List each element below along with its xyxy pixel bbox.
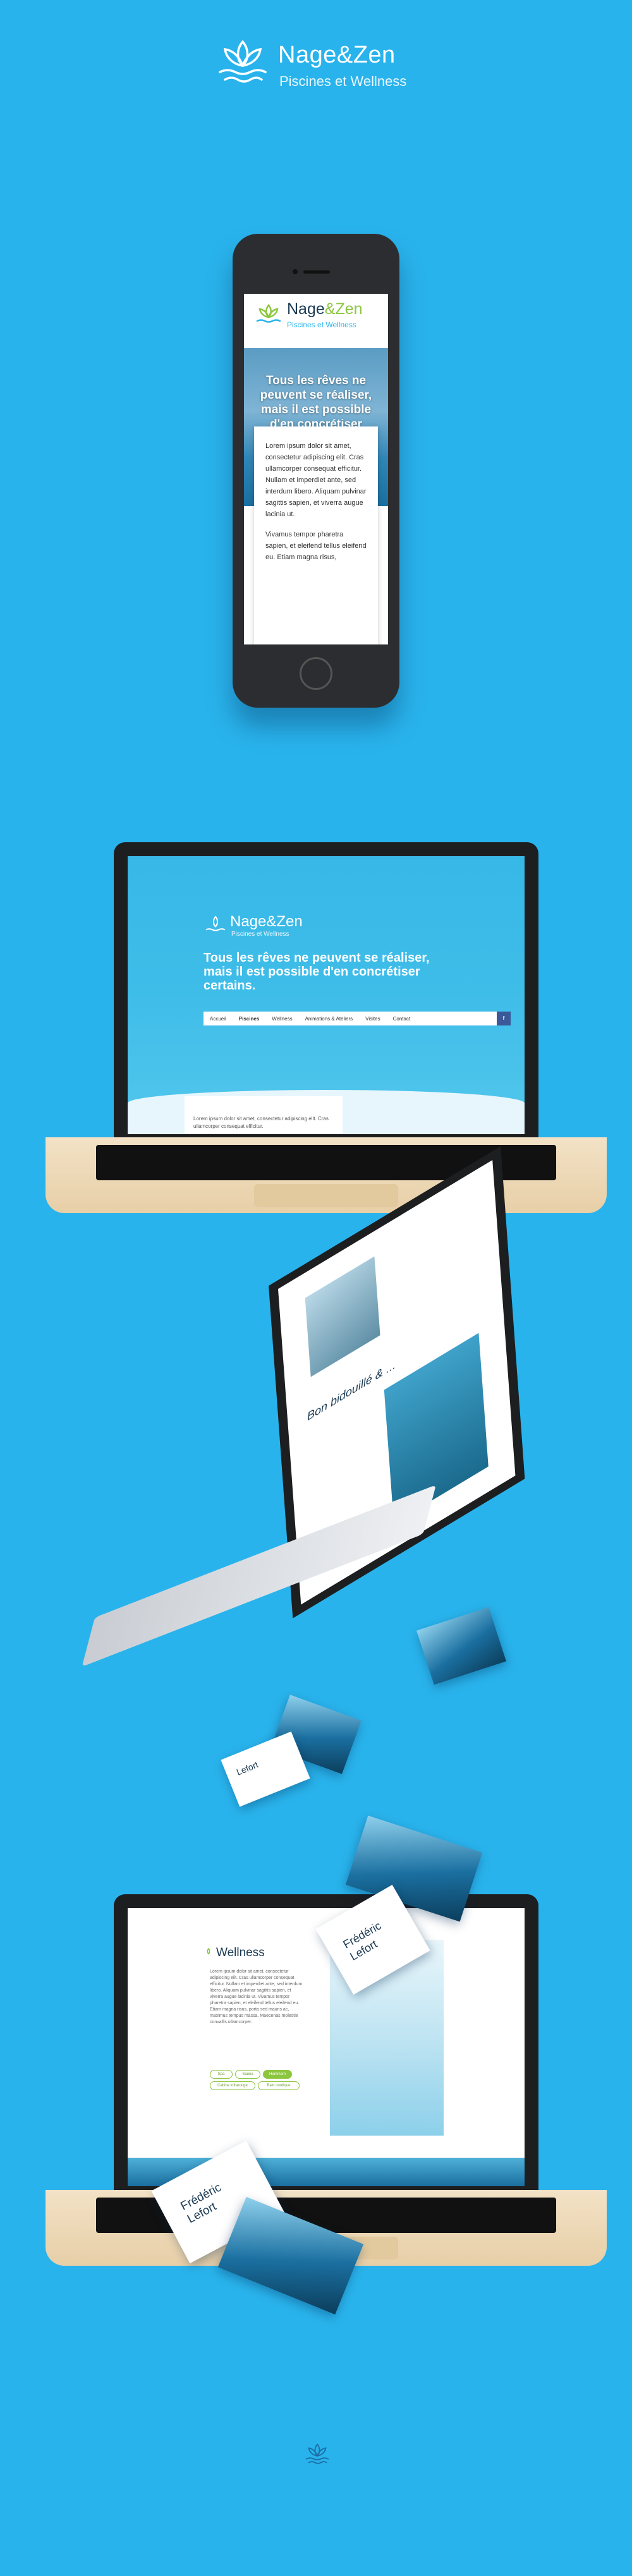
business-card-top-name: Frédéric Lefort (341, 1918, 391, 1963)
desktop-brand-name: Nage&Zen (230, 913, 303, 930)
chip-hammam[interactable]: Hammam (263, 2070, 292, 2079)
footer-logo (303, 2441, 331, 2470)
chip-bain-nordique[interactable]: Bain nordique (258, 2081, 300, 2090)
desktop-nav: Accueil Piscines Wellness Animations & A… (204, 1012, 511, 1025)
lotus-icon (305, 2443, 329, 2464)
lotus-icon (207, 1947, 210, 1955)
desktop-content-card: Lorem ipsum dolor sit amet, consectetur … (185, 1096, 343, 1134)
phone-mockup: Nage&Zen Piscines et Wellness Tous les r… (233, 234, 399, 708)
phone-camera (293, 269, 298, 274)
mobile-body-text-2: Vivamus tempor pharetra sapien, et eleif… (265, 531, 367, 561)
nav-visites[interactable]: Visites (365, 1016, 380, 1022)
photo-pool (384, 1333, 489, 1524)
trackpad (254, 1184, 398, 1207)
phone-home-button[interactable] (300, 657, 332, 690)
laptop-2-base (82, 1485, 436, 1667)
mobile-brand-tagline: Piscines et Wellness (287, 320, 356, 329)
lotus-icon (256, 304, 281, 323)
business-card-bottom-name: Frédéric Lefort (178, 2180, 231, 2227)
laptop-1-screen: Nage&Zen Piscines et Wellness Tous les r… (128, 856, 525, 1134)
facebook-icon[interactable]: f (497, 1012, 511, 1025)
nav-wellness[interactable]: Wellness (272, 1016, 292, 1022)
nav-contact[interactable]: Contact (393, 1016, 411, 1022)
desktop-card-text: Lorem ipsum dolor sit amet, consectetur … (193, 1116, 329, 1129)
lotus-icon (219, 40, 267, 83)
mobile-header: Nage&Zen Piscines et Wellness (244, 294, 388, 348)
brand-name: Nage&Zen (278, 42, 396, 68)
desktop-brand-tagline: Piscines et Wellness (231, 931, 289, 938)
laptop-1-lid: Nage&Zen Piscines et Wellness Tous les r… (114, 842, 538, 1139)
floating-photo-1 (416, 1607, 506, 1685)
laptop-3-screen: Wellness Lorem ipsum dolor sit amet, con… (128, 1908, 525, 2186)
phone-screen: Nage&Zen Piscines et Wellness Tous les r… (244, 294, 388, 644)
laptop-1-base (46, 1137, 607, 1213)
mobile-content-card: Lorem ipsum dolor sit amet, consectetur … (254, 426, 378, 644)
wellness-title: Wellness (216, 1946, 265, 1959)
mobile-brand-name: Nage&Zen (287, 300, 363, 318)
nav-piscines[interactable]: Piscines (239, 1016, 259, 1022)
chip-spa[interactable]: Spa (210, 2070, 233, 2079)
chip-cabine[interactable]: Cabine infrarouge (210, 2081, 255, 2090)
phone-speaker (303, 270, 330, 274)
floating-card-name: Lefort (234, 1759, 260, 1777)
nav-animations[interactable]: Animations & Ateliers (305, 1016, 353, 1022)
photo-relax (305, 1256, 380, 1377)
lotus-icon (205, 916, 226, 931)
nav-accueil[interactable]: Accueil (210, 1016, 226, 1022)
brand-tagline: Piscines et Wellness (279, 73, 407, 89)
wellness-text: Lorem ipsum dolor sit amet, consectetur … (210, 1969, 303, 2024)
header-logo: Nage&Zen Piscines et Wellness (214, 37, 422, 94)
mobile-body-text-1: Lorem ipsum dolor sit amet, consectetur … (265, 442, 367, 518)
chip-sauna[interactable]: Sauna (235, 2070, 260, 2079)
desktop-hero-text: Tous les rêves ne peuvent se réaliser, m… (204, 951, 430, 993)
